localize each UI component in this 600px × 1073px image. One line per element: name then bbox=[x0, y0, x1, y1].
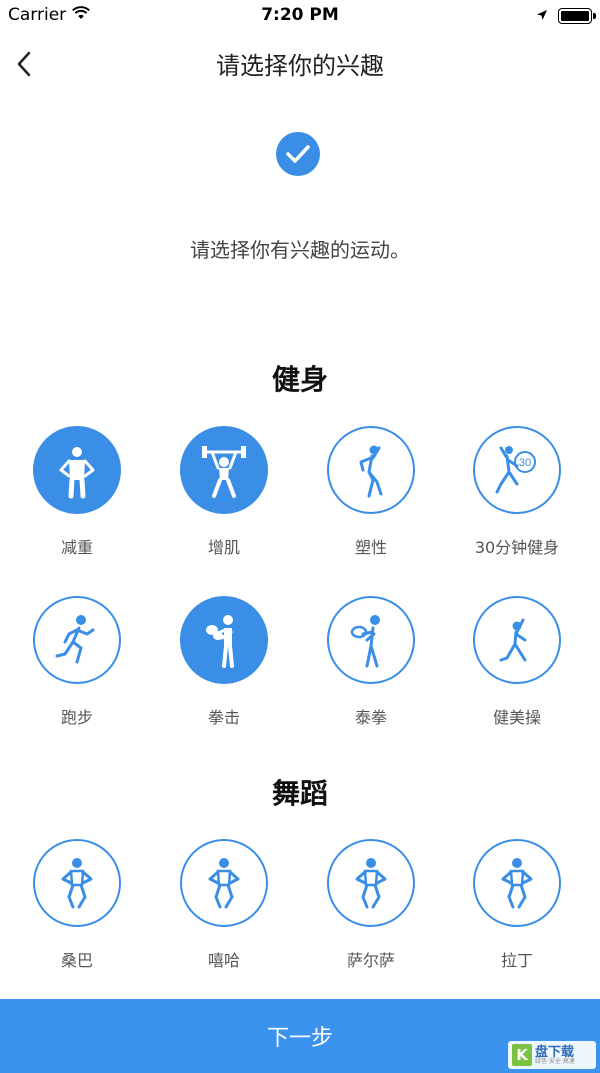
activity-option[interactable]: 拉丁 bbox=[457, 839, 577, 971]
back-button[interactable] bbox=[6, 46, 42, 82]
activity-option[interactable]: 30 30分钟健身 bbox=[457, 426, 577, 558]
status-carrier: Carrier bbox=[8, 5, 91, 25]
activity-icon-circle bbox=[327, 426, 415, 514]
location-arrow-icon bbox=[536, 6, 548, 25]
section-title-fitness: 健身 bbox=[271, 363, 328, 396]
activity-icon-circle bbox=[473, 596, 561, 684]
activity-label: 桑巴 bbox=[60, 951, 93, 970]
shaping-pose-icon bbox=[359, 445, 383, 498]
activity-icon-circle bbox=[327, 839, 415, 927]
activity-option[interactable]: 塑性 bbox=[311, 426, 431, 558]
carrier-name: Carrier bbox=[8, 5, 67, 25]
watermark-sub: 绿色·安全·高速 bbox=[535, 1057, 575, 1065]
dancer-icon bbox=[501, 858, 533, 909]
boxer-icon bbox=[206, 615, 234, 668]
svg-text:30: 30 bbox=[519, 457, 531, 469]
dancer-icon bbox=[355, 858, 387, 909]
activity-label: 减重 bbox=[60, 538, 93, 557]
page-title: 请选择你的兴趣 bbox=[216, 52, 384, 80]
activity-icon-circle bbox=[33, 596, 121, 684]
activity-icon-circle bbox=[180, 596, 268, 684]
activity-option[interactable]: 桑巴 bbox=[17, 839, 137, 971]
activity-label: 健美操 bbox=[492, 708, 541, 727]
section-title-dance: 舞蹈 bbox=[271, 777, 328, 810]
activity-label: 拳击 bbox=[207, 708, 240, 727]
activity-label: 增肌 bbox=[207, 538, 240, 557]
activity-icon-circle bbox=[180, 426, 268, 514]
activity-label: 30分钟健身 bbox=[474, 538, 560, 557]
activity-label: 跑步 bbox=[60, 708, 93, 727]
battery-icon bbox=[558, 7, 596, 24]
activity-option[interactable]: 减重 bbox=[17, 426, 137, 558]
status-right bbox=[536, 6, 596, 25]
instruction-text: 请选择你有兴趣的运动。 bbox=[190, 238, 410, 262]
watermark-logo: K 盘下载 绿色·安全·高速 bbox=[508, 1041, 596, 1069]
activity-icon-circle: 30 bbox=[473, 426, 561, 514]
watermark-mark: K bbox=[512, 1044, 532, 1066]
dancer-icon bbox=[208, 858, 240, 909]
dancer-icon bbox=[61, 858, 93, 909]
thirty-minute-workout-icon: 30 bbox=[495, 446, 536, 494]
activity-option[interactable]: 拳击 bbox=[164, 596, 284, 728]
status-bar: Carrier 7:20 PM bbox=[0, 0, 600, 32]
activity-icon-circle bbox=[33, 839, 121, 927]
muay-thai-icon bbox=[350, 615, 380, 668]
activity-option[interactable]: 嘻哈 bbox=[164, 839, 284, 971]
activity-label: 萨尔萨 bbox=[346, 951, 395, 970]
aerobics-icon bbox=[499, 618, 527, 662]
activity-option[interactable]: 健美操 bbox=[457, 596, 577, 728]
activity-option[interactable]: 萨尔萨 bbox=[311, 839, 431, 971]
activity-option[interactable]: 跑步 bbox=[17, 596, 137, 728]
activity-label: 嘻哈 bbox=[207, 951, 240, 970]
activity-label: 泰拳 bbox=[354, 708, 387, 727]
activity-icon-circle bbox=[327, 596, 415, 684]
runner-icon bbox=[55, 615, 95, 664]
chevron-left-icon bbox=[17, 51, 31, 77]
activity-option[interactable]: 增肌 bbox=[164, 426, 284, 558]
activity-icon-circle bbox=[33, 426, 121, 514]
standing-hands-on-hips-icon bbox=[59, 447, 95, 499]
activity-label: 拉丁 bbox=[500, 951, 533, 970]
activity-label: 塑性 bbox=[354, 538, 387, 557]
check-icon bbox=[276, 132, 320, 176]
activity-option[interactable]: 泰拳 bbox=[311, 596, 431, 728]
activity-icon-circle bbox=[180, 839, 268, 927]
wifi-icon bbox=[72, 5, 91, 25]
watermark-name: 盘下载 bbox=[535, 1044, 575, 1060]
activity-icon-circle bbox=[473, 839, 561, 927]
nav-bar: 请选择你的兴趣 bbox=[0, 32, 600, 94]
weightlifter-icon bbox=[202, 446, 246, 498]
